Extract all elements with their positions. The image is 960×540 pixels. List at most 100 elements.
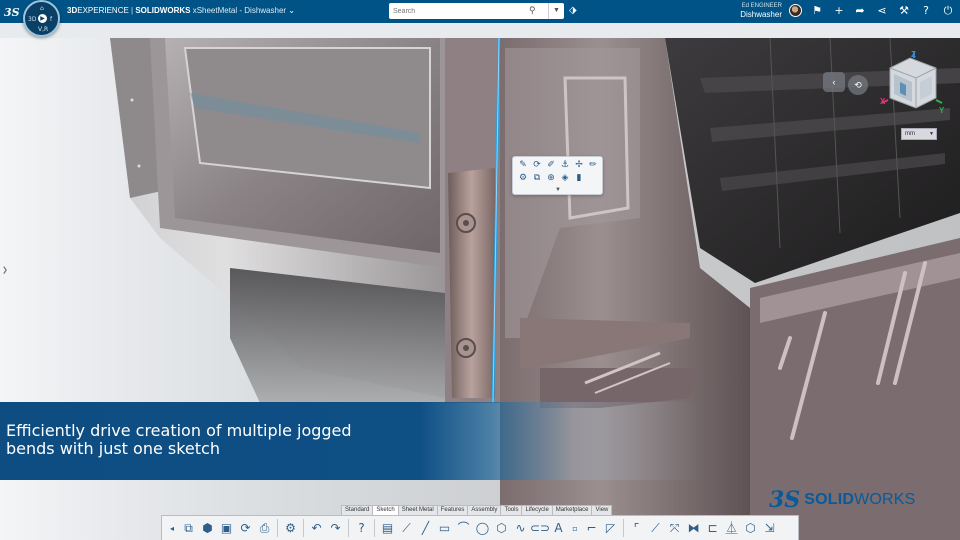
- compass-vr-label[interactable]: V,R: [38, 26, 48, 33]
- compass-f-label[interactable]: f: [50, 16, 52, 23]
- help-icon[interactable]: ?: [919, 4, 933, 18]
- point-icon[interactable]: ▫: [568, 519, 582, 538]
- undo-icon[interactable]: ↶: [307, 519, 326, 538]
- tab-view[interactable]: View: [591, 505, 613, 515]
- chevron-down-icon[interactable]: ⌄: [288, 6, 295, 15]
- fillet-icon[interactable]: ⌐: [582, 519, 601, 538]
- circle-icon[interactable]: ◯: [473, 519, 492, 538]
- print-icon[interactable]: ⎙: [255, 519, 274, 538]
- edit-feature-icon[interactable]: ✎: [517, 160, 529, 171]
- brand-3d: 3D: [67, 6, 78, 15]
- rectangle-icon[interactable]: ▭: [435, 519, 454, 538]
- user-info[interactable]: Ed ENGINEER Dishwasher: [706, 2, 782, 20]
- separator: [374, 519, 375, 537]
- chevron-down-icon[interactable]: ▼: [553, 187, 563, 194]
- app-title[interactable]: 3DEXPERIENCE | SOLIDWORKS xSheetMetal - …: [67, 6, 295, 15]
- jog-icon[interactable]: ⧉: [531, 173, 543, 184]
- tag-icon[interactable]: ⬗: [569, 5, 581, 17]
- anchor-icon[interactable]: ⚓: [559, 160, 571, 171]
- smart-dimension-icon[interactable]: ⟋: [397, 519, 416, 538]
- search-input[interactable]: [393, 5, 523, 17]
- separator: [348, 519, 349, 537]
- view-previous-icon[interactable]: ‹: [823, 72, 845, 92]
- sketch-icon[interactable]: ✐: [545, 160, 557, 171]
- 3ds-logo-icon: 3S: [4, 4, 20, 19]
- 3d-sketch-icon[interactable]: ⬡: [741, 519, 760, 538]
- slot-icon[interactable]: ⊂⊃: [530, 519, 550, 538]
- pattern-icon[interactable]: ⊏: [703, 519, 722, 538]
- hide-icon[interactable]: ◈: [559, 173, 571, 184]
- forward-icon[interactable]: ➦: [853, 4, 867, 18]
- axis-z-label: Z: [911, 50, 916, 59]
- rebuild-icon[interactable]: ⟳: [531, 160, 543, 171]
- exit-sketch-icon[interactable]: ⇲: [760, 519, 779, 538]
- mirror-icon[interactable]: ⧓: [684, 519, 703, 538]
- chamfer-icon[interactable]: ◸: [601, 519, 620, 538]
- tab-sketch[interactable]: Sketch: [372, 505, 399, 515]
- tab-marketplace[interactable]: Marketplace: [551, 505, 593, 515]
- save-group-icon[interactable]: ⧉: [179, 519, 198, 538]
- solidworks-logo: 3S SOLIDWORKS: [769, 485, 916, 515]
- line-icon[interactable]: ╱: [416, 519, 435, 538]
- settings-icon[interactable]: ⚙: [281, 519, 300, 538]
- compass-play-icon[interactable]: ▶: [38, 14, 47, 23]
- context-toolbar: ✎ ⟳ ✐ ⚓ ✢ ✏ ⚙ ⧉ ⊕ ◈ ▮ ▼: [512, 156, 603, 195]
- share-icon[interactable]: ⚑: [810, 4, 824, 18]
- add-icon[interactable]: +: [832, 4, 846, 18]
- dimension-icon[interactable]: ⊕: [545, 173, 557, 184]
- axis-y-label: Y: [939, 106, 945, 114]
- sketch-icon[interactable]: ▤: [378, 519, 397, 538]
- appearance-icon[interactable]: ▮: [573, 173, 585, 184]
- tab-lifecycle[interactable]: Lifecycle: [521, 505, 553, 515]
- rebuild-icon[interactable]: ⟳: [236, 519, 255, 538]
- tab-standard[interactable]: Standard: [341, 505, 374, 515]
- search-icon[interactable]: ⚲: [529, 5, 540, 16]
- trim-icon[interactable]: ⟋: [646, 519, 665, 538]
- command-tabs: Standard Sketch Sheet Metal Features Ass…: [341, 505, 613, 515]
- offset-icon[interactable]: ⌜: [627, 519, 646, 538]
- view-cube[interactable]: X Y Z: [880, 50, 946, 115]
- tab-assembly[interactable]: Assembly: [467, 505, 502, 515]
- caption-line-1: Efficiently drive creation of multiple j…: [6, 421, 352, 440]
- edit-sketch-icon[interactable]: ✏: [587, 160, 599, 171]
- user-role: Ed ENGINEER: [741, 3, 782, 9]
- compass-3d-label[interactable]: 3D: [28, 16, 36, 23]
- move-entities-icon[interactable]: ⏅: [722, 519, 741, 538]
- tab-features[interactable]: Features: [436, 505, 469, 515]
- tab-sheet-metal[interactable]: Sheet Metal: [397, 505, 438, 515]
- collapse-icon[interactable]: ◂: [165, 519, 179, 538]
- arc-icon[interactable]: ⌒: [454, 519, 473, 538]
- document-name[interactable]: xSheetMetal - Dishwasher: [193, 6, 286, 15]
- command-toolbar: ◂ ⧉ ⬢ ▣ ⟳ ⎙ ⚙ ↶ ↷ ? ▤ ⟋ ╱ ▭ ⌒ ◯ ⬡ ∿ ⊂⊃ A…: [161, 515, 799, 540]
- spline-icon[interactable]: ∿: [511, 519, 530, 538]
- avatar[interactable]: [789, 4, 802, 17]
- tab-tools[interactable]: Tools: [500, 505, 523, 515]
- polygon-icon[interactable]: ⬡: [492, 519, 511, 538]
- compass-widget[interactable]: ⌂ 3D f V,R ▶: [23, 0, 60, 37]
- separator: [623, 519, 624, 537]
- units-dropdown[interactable]: mm ▼: [901, 128, 937, 140]
- graphics-area[interactable]: ❯ ✎ ⟳ ✐ ⚓ ✢ ✏ ⚙ ⧉ ⊕ ◈ ▮ ▼ ‹ ⟲ X Y Z mm ▼…: [0, 38, 960, 540]
- sheet-metal-icon[interactable]: ⚙: [517, 173, 529, 184]
- 3d-part-icon[interactable]: ⬢: [198, 519, 217, 538]
- user-collab-space: Dishwasher: [740, 10, 782, 19]
- compass-top-icon[interactable]: ⌂: [40, 5, 44, 12]
- search-box: ⚲ ▼: [389, 3, 564, 19]
- search-dropdown-icon[interactable]: ▼: [548, 3, 564, 19]
- text-icon[interactable]: A: [549, 519, 568, 538]
- tools-icon[interactable]: ⚒: [897, 4, 911, 18]
- help-icon[interactable]: ?: [352, 519, 371, 538]
- panel-expand-icon[interactable]: ❯: [2, 266, 8, 274]
- redo-icon[interactable]: ↷: [326, 519, 345, 538]
- power-icon[interactable]: ⏻: [941, 4, 955, 18]
- move-icon[interactable]: ✢: [573, 160, 585, 171]
- axis-x-label: X: [880, 97, 886, 106]
- network-icon[interactable]: ⋖: [875, 4, 889, 18]
- view-home-icon[interactable]: ⟲: [848, 75, 868, 95]
- brand-experience: EXPERIENCE: [77, 6, 129, 15]
- caption-line-2: bends with just one sketch: [6, 439, 220, 458]
- save-icon[interactable]: ▣: [217, 519, 236, 538]
- svg-text:3S: 3S: [4, 6, 20, 19]
- brand-wordmark: SOLIDWORKS: [804, 491, 915, 509]
- convert-icon[interactable]: ⤧: [665, 519, 684, 538]
